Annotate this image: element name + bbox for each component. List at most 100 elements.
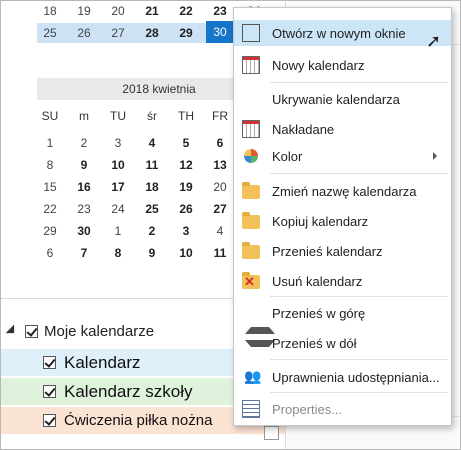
day-cell[interactable]: 20 [207,180,233,194]
menu-item-copy[interactable]: Kopiuj kalendarz [234,208,451,234]
menu-separator [270,82,448,83]
day-cell[interactable]: 4 [139,136,165,150]
menu-item-rename[interactable]: Zmień nazwę kalendarza [234,178,451,204]
menu-separator [270,359,448,360]
day-cell[interactable]: 11 [207,246,233,260]
day-cell[interactable]: 26 [71,26,97,40]
menu-item-label: Przenieś w górę [272,306,366,321]
day-cell[interactable]: 18 [37,4,63,18]
day-cell[interactable]: 3 [105,136,131,150]
delete-x-icon: ✕ [244,274,255,289]
calendar-checkbox[interactable] [43,414,56,427]
day-cell[interactable]: 10 [105,158,131,172]
day-cell[interactable]: 16 [71,180,97,194]
day-cell[interactable]: 18 [139,180,165,194]
day-cell[interactable]: 4 [207,224,233,238]
day-cell[interactable]: 25 [139,202,165,216]
weekday-label: FR [212,109,228,123]
day-cell[interactable]: 19 [173,180,199,194]
day-cell[interactable]: 13 [207,158,233,172]
day-cell[interactable]: 8 [105,246,131,260]
menu-item-sharing-permissions[interactable]: 👥 Uprawnienia udostępniania... [234,364,451,390]
menu-item-label: Kopiuj kalendarz [272,214,369,229]
day-cell[interactable]: 30 [71,224,97,238]
day-cell[interactable]: 22 [173,4,199,18]
day-cell[interactable]: 15 [37,180,63,194]
weekday-label: TH [178,109,194,123]
day-cell[interactable]: 19 [71,4,97,18]
calendar-group-header[interactable]: Moje kalendarze [5,319,155,343]
day-cell[interactable]: 1 [37,136,63,150]
move-down-icon [245,340,275,365]
menu-item-color[interactable]: Kolor [234,143,451,169]
day-cell[interactable]: 10 [173,246,199,260]
weekday-label: m [79,109,89,123]
menu-item-delete[interactable]: ✕ Usuń kalendarz [234,268,451,294]
day-cell[interactable]: 23 [71,202,97,216]
people-icon: 👥 [244,368,262,384]
day-cell[interactable]: 1 [105,224,131,238]
copy-folder-icon [242,212,260,229]
day-cell-selected[interactable]: 30 [206,21,234,43]
group-checkbox[interactable] [25,324,38,338]
day-cell[interactable]: 2 [139,224,165,238]
weekday-label: śr [147,109,157,123]
menu-item-label: Przenieś kalendarz [272,244,383,259]
calendar-checkbox[interactable] [43,385,56,398]
menu-item-move[interactable]: Przenieś kalendarz [234,238,451,264]
rename-folder-icon [242,182,260,199]
day-cell[interactable]: 9 [139,246,165,260]
day-cell[interactable]: 17 [105,180,131,194]
day-cell[interactable]: 27 [207,202,233,216]
day-cell[interactable]: 6 [207,136,233,150]
day-cell[interactable]: 9 [71,158,97,172]
day-cell[interactable]: 8 [37,158,63,172]
day-cell[interactable]: 25 [37,26,63,40]
color-palette-icon [244,149,258,163]
day-cell[interactable]: 29 [173,26,199,40]
menu-item-label: Otwórz w nowym oknie [272,26,406,41]
day-cell[interactable]: 26 [173,202,199,216]
calendar-icon [242,56,260,74]
menu-item-overlay[interactable]: Nakładane [234,116,451,142]
day-cell[interactable]: 11 [139,158,165,172]
day-cell[interactable]: 20 [105,4,131,18]
overlay-icon [242,120,260,138]
weekday-label: TU [110,109,126,123]
menu-item-label: Przenieś w dół [272,336,357,351]
menu-separator [270,392,448,393]
menu-separator [270,296,448,297]
day-cell[interactable]: 22 [37,202,63,216]
submenu-arrow-icon [433,152,437,160]
collapse-icon[interactable] [5,324,19,338]
mouse-cursor-icon: ➚ [426,31,442,51]
group-label: Moje kalendarze [44,322,155,340]
scrollbar[interactable] [264,426,279,440]
day-cell[interactable]: 3 [173,224,199,238]
menu-item-open-new-window[interactable]: Otwórz w nowym oknie [234,20,451,46]
day-cell[interactable]: 2 [71,136,97,150]
day-cell[interactable]: 5 [173,136,199,150]
day-cell[interactable]: 6 [37,246,63,260]
menu-item-move-up[interactable]: Przenieś w górę [234,300,451,334]
menu-item-hide-calendar[interactable]: Ukrywanie kalendarza [234,86,451,112]
menu-item-label: Kolor [272,149,303,164]
weekday-label: SU [41,109,59,123]
menu-item-new-calendar[interactable]: Nowy kalendarz [234,52,451,78]
day-cell[interactable]: 23 [207,4,233,18]
menu-item-label: Ukrywanie kalendarza [272,92,400,107]
day-cell[interactable]: 29 [37,224,63,238]
day-cell[interactable]: 7 [71,246,97,260]
day-cell[interactable]: 24 [105,202,131,216]
menu-separator [270,173,448,174]
day-cell[interactable]: 12 [173,158,199,172]
menu-item-label: Usuń kalendarz [272,274,363,289]
day-cell[interactable]: 28 [139,26,165,40]
menu-item-label: Zmień nazwę kalendarza [272,184,417,199]
menu-item-properties[interactable]: Properties... [234,396,451,422]
day-cell[interactable]: 27 [105,26,131,40]
calendar-checkbox[interactable] [43,356,56,369]
menu-item-move-down[interactable]: Przenieś w dół [234,330,451,356]
day-cell[interactable]: 21 [139,4,165,18]
properties-icon [242,400,260,418]
